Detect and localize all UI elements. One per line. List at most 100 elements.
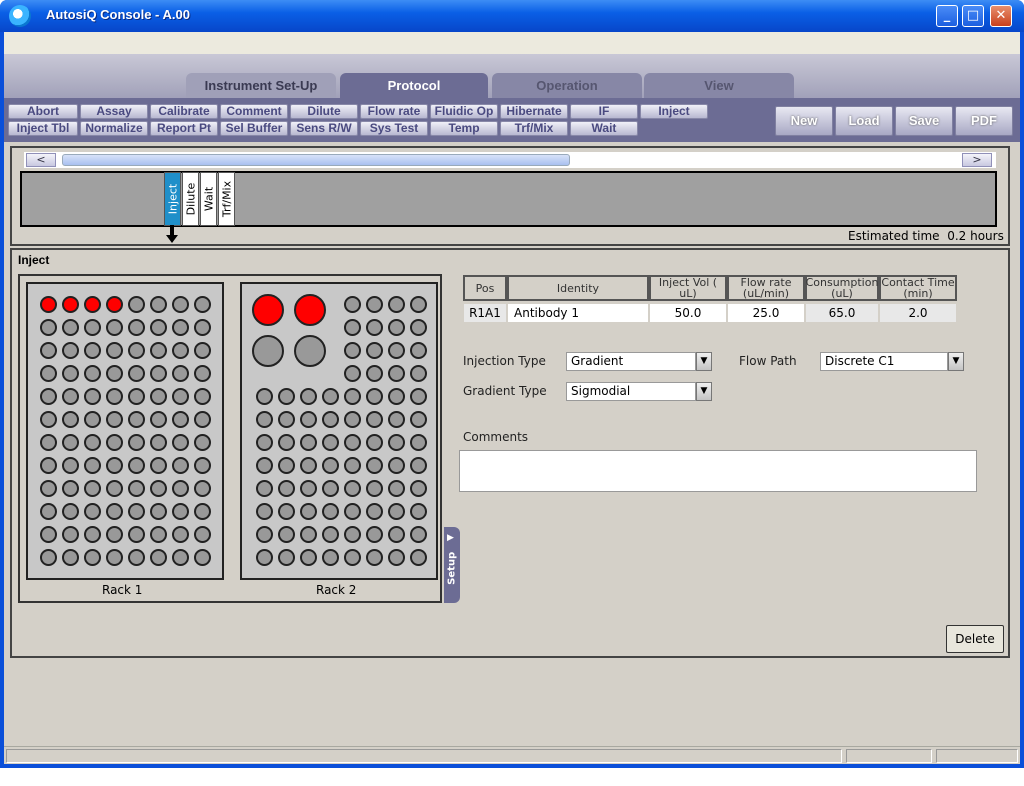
empty-well[interactable] [62, 480, 79, 497]
empty-well[interactable] [256, 549, 273, 566]
empty-well[interactable] [172, 319, 189, 336]
sens-rw-button[interactable]: Sens R/W [290, 121, 358, 136]
sample-well[interactable] [84, 296, 101, 313]
empty-well[interactable] [40, 526, 57, 543]
sample-well[interactable] [294, 294, 326, 326]
empty-well[interactable] [410, 411, 427, 428]
inject-tbl-button[interactable]: Inject Tbl [8, 121, 78, 136]
close-button[interactable]: ✕ [990, 5, 1012, 27]
empty-well[interactable] [172, 480, 189, 497]
empty-well[interactable] [40, 480, 57, 497]
empty-well[interactable] [410, 296, 427, 313]
empty-well[interactable] [172, 365, 189, 382]
empty-well[interactable] [40, 365, 57, 382]
empty-well[interactable] [40, 319, 57, 336]
empty-well[interactable] [84, 434, 101, 451]
empty-well[interactable] [344, 365, 361, 382]
dilute-button[interactable]: Dilute [290, 104, 358, 119]
empty-well[interactable] [322, 411, 339, 428]
setup-tab[interactable]: ▶ Setup [444, 527, 460, 603]
sample-well[interactable] [252, 294, 284, 326]
empty-well[interactable] [344, 526, 361, 543]
empty-well[interactable] [172, 388, 189, 405]
empty-well[interactable] [62, 388, 79, 405]
timeline-step-trf-mix[interactable]: Trf/Mix [218, 172, 235, 226]
empty-well[interactable] [172, 296, 189, 313]
empty-well[interactable] [84, 503, 101, 520]
empty-well[interactable] [106, 365, 123, 382]
empty-well[interactable] [150, 526, 167, 543]
empty-well[interactable] [194, 342, 211, 359]
empty-well[interactable] [388, 526, 405, 543]
assay-button[interactable]: Assay [80, 104, 148, 119]
empty-well[interactable] [388, 503, 405, 520]
empty-well[interactable] [344, 434, 361, 451]
empty-well[interactable] [128, 480, 145, 497]
empty-well[interactable] [40, 434, 57, 451]
empty-well[interactable] [322, 480, 339, 497]
tab-instrument-setup[interactable]: Instrument Set-Up [186, 73, 336, 99]
empty-well[interactable] [194, 365, 211, 382]
calibrate-button[interactable]: Calibrate [150, 104, 218, 119]
scroll-left-button[interactable]: < [26, 153, 56, 167]
empty-well[interactable] [410, 365, 427, 382]
empty-well[interactable] [84, 411, 101, 428]
normalize-button[interactable]: Normalize [80, 121, 148, 136]
empty-well[interactable] [366, 411, 383, 428]
empty-well[interactable] [84, 388, 101, 405]
empty-well[interactable] [150, 296, 167, 313]
empty-well[interactable] [366, 388, 383, 405]
empty-well[interactable] [150, 503, 167, 520]
empty-well[interactable] [84, 342, 101, 359]
comment-button[interactable]: Comment [220, 104, 288, 119]
save-button[interactable]: Save [895, 106, 953, 136]
empty-well[interactable] [128, 526, 145, 543]
load-button[interactable]: Load [835, 106, 893, 136]
empty-well[interactable] [106, 342, 123, 359]
empty-well[interactable] [256, 503, 273, 520]
tab-protocol[interactable]: Protocol [340, 73, 488, 99]
empty-well[interactable] [62, 526, 79, 543]
cell-identity[interactable]: Antibody 1 [507, 303, 649, 323]
empty-well[interactable] [62, 457, 79, 474]
empty-well[interactable] [128, 503, 145, 520]
empty-well[interactable] [278, 480, 295, 497]
empty-well[interactable] [344, 549, 361, 566]
empty-well[interactable] [106, 503, 123, 520]
empty-well[interactable] [366, 503, 383, 520]
chevron-down-icon[interactable]: ▼ [948, 352, 964, 371]
empty-well[interactable] [300, 457, 317, 474]
empty-well[interactable] [150, 319, 167, 336]
empty-well[interactable] [62, 549, 79, 566]
empty-well[interactable] [366, 296, 383, 313]
empty-well[interactable] [410, 434, 427, 451]
empty-well[interactable] [388, 434, 405, 451]
temp-button[interactable]: Temp [430, 121, 498, 136]
empty-well[interactable] [62, 503, 79, 520]
empty-well[interactable] [410, 457, 427, 474]
empty-well[interactable] [62, 434, 79, 451]
empty-well[interactable] [344, 503, 361, 520]
empty-well[interactable] [62, 319, 79, 336]
cell-inject-vol[interactable]: 50.0 [649, 303, 727, 323]
empty-well[interactable] [344, 480, 361, 497]
hibernate-button[interactable]: Hibernate [500, 104, 568, 119]
empty-well[interactable] [84, 365, 101, 382]
scroll-right-button[interactable]: > [962, 153, 992, 167]
report-pt-button[interactable]: Report Pt [150, 121, 218, 136]
empty-well[interactable] [194, 296, 211, 313]
empty-well[interactable] [366, 365, 383, 382]
empty-well[interactable] [410, 319, 427, 336]
title-bar[interactable]: AutosiQ Console - A.00 _ □ ✕ [0, 0, 1024, 32]
empty-well[interactable] [344, 296, 361, 313]
empty-well[interactable] [366, 319, 383, 336]
empty-well[interactable] [388, 342, 405, 359]
empty-well[interactable] [410, 342, 427, 359]
sel-buffer-button[interactable]: Sel Buffer [220, 121, 288, 136]
empty-well[interactable] [194, 526, 211, 543]
empty-well[interactable] [150, 411, 167, 428]
empty-well[interactable] [194, 549, 211, 566]
empty-well[interactable] [256, 457, 273, 474]
flow-path-select[interactable]: Discrete C1 ▼ [820, 352, 964, 371]
empty-well[interactable] [322, 434, 339, 451]
